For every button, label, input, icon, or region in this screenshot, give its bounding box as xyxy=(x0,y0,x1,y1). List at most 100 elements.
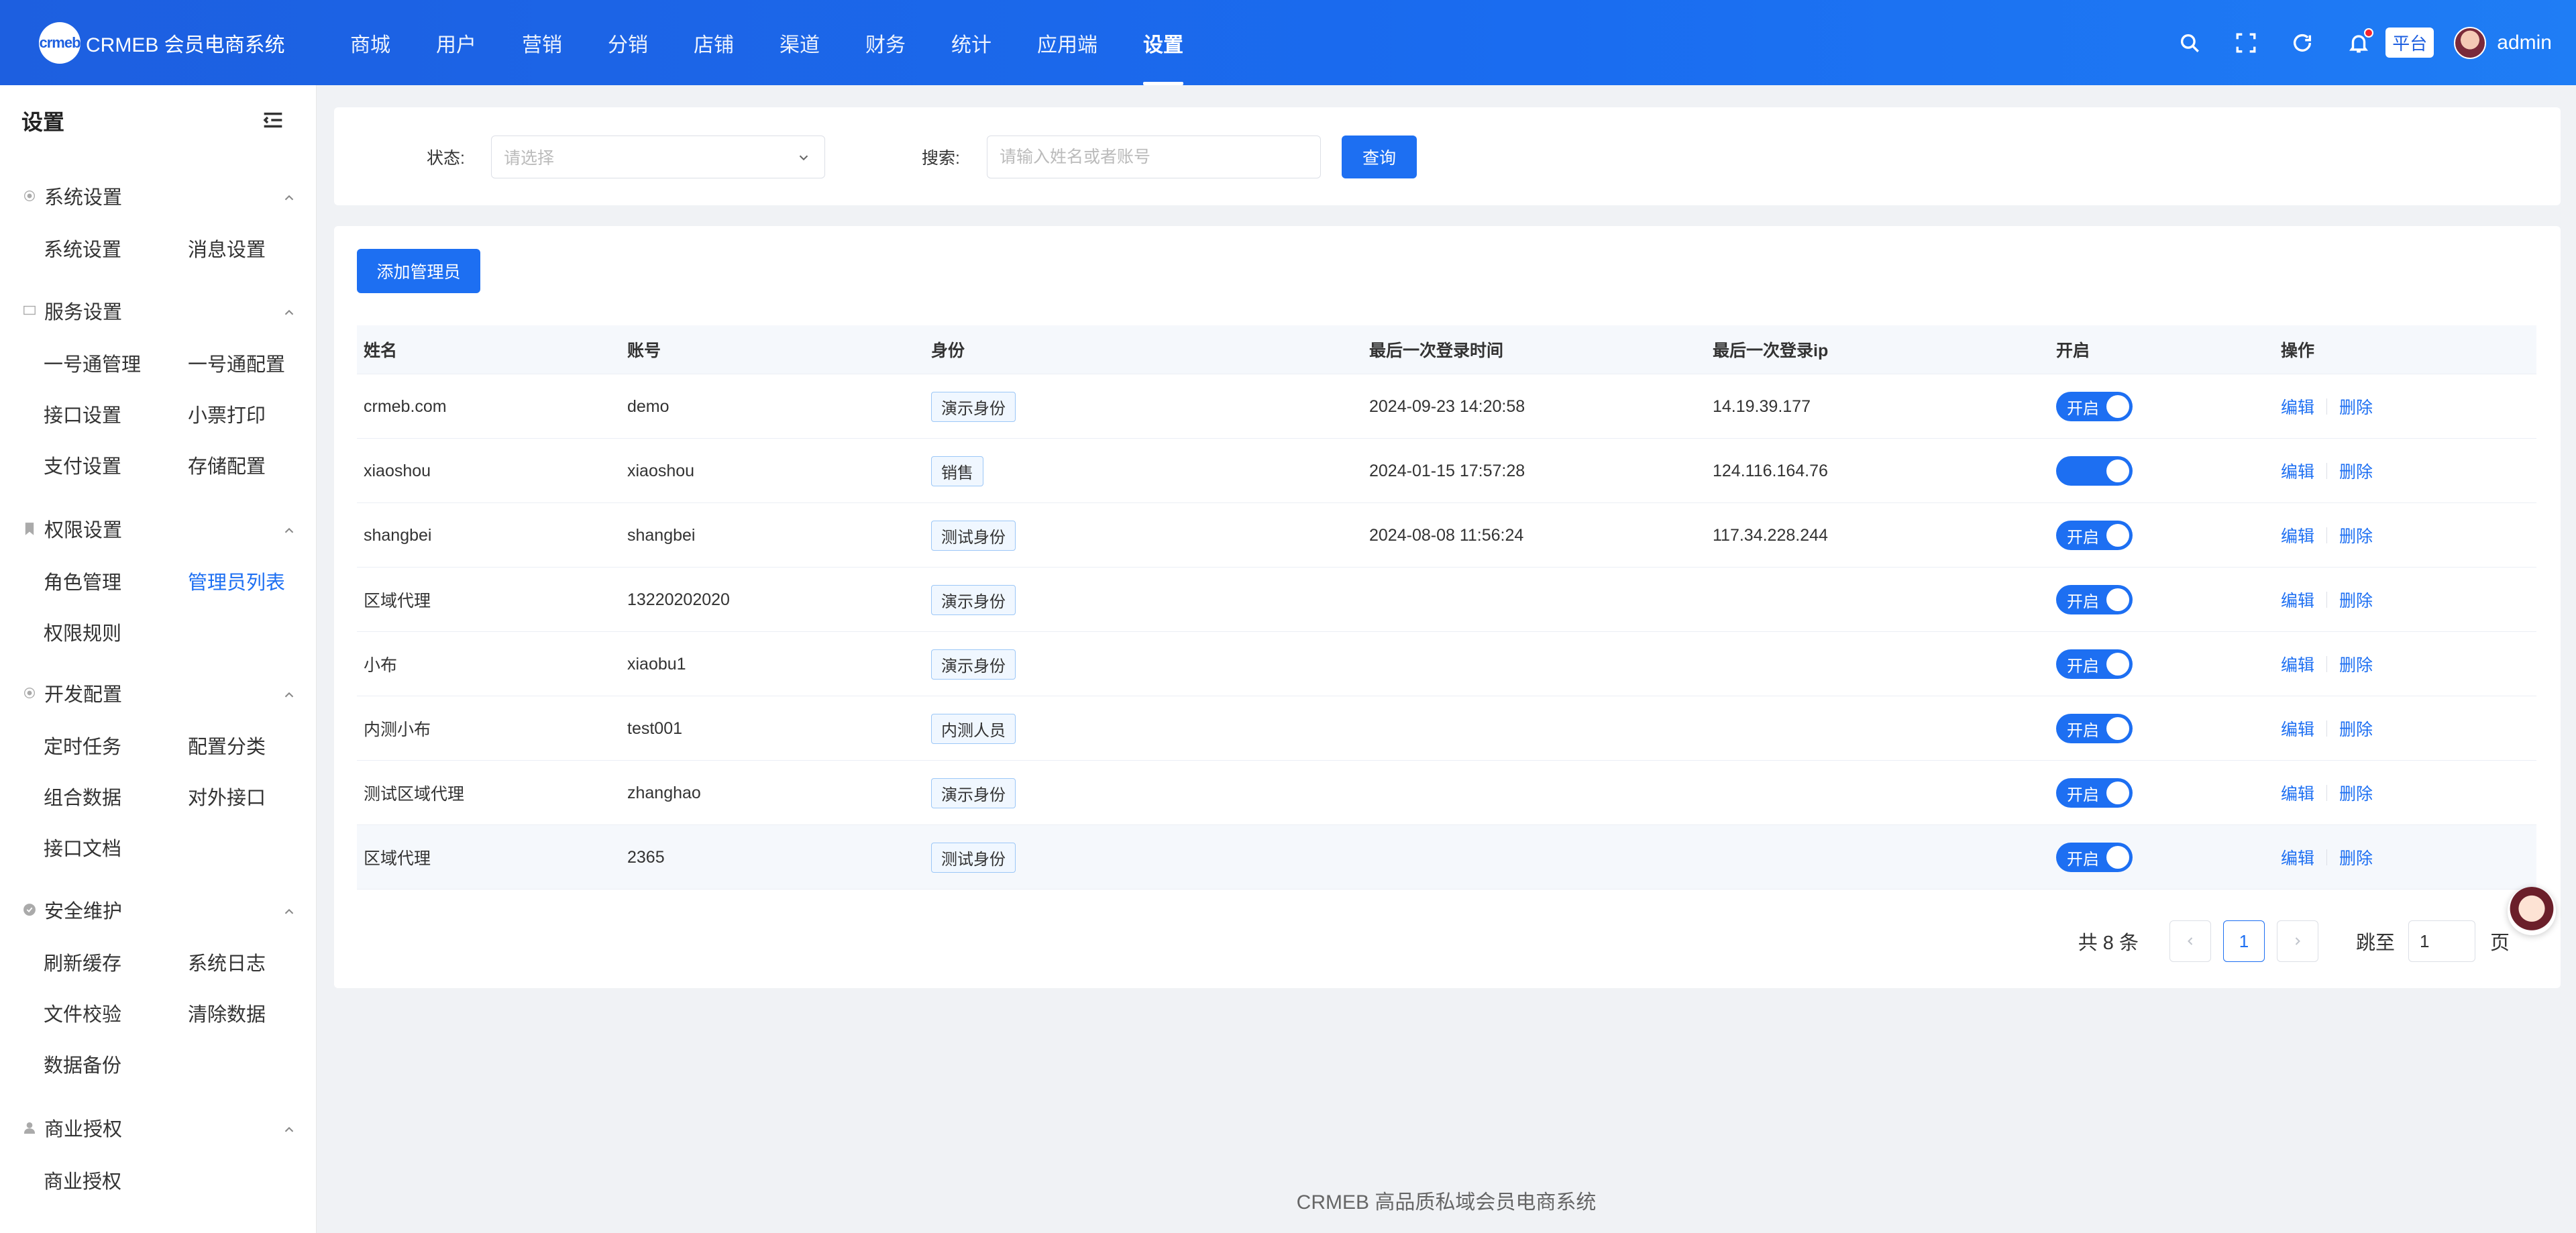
sidebar-item[interactable]: 一号通管理 xyxy=(44,349,141,377)
column-header: 最后一次登录时间 xyxy=(1369,341,1504,360)
add-admin-button[interactable]: 添加管理员 xyxy=(357,249,480,293)
sidebar-item[interactable]: 组合数据 xyxy=(44,782,121,810)
topnav-item[interactable]: 应用端 xyxy=(1014,0,1120,85)
delete-link[interactable]: 删除 xyxy=(2339,845,2373,869)
bell-icon[interactable] xyxy=(2347,28,2374,55)
status-toggle[interactable]: 开启 xyxy=(2056,392,2133,421)
table-card: 添加管理员 姓名 账号 身份 最后一次登录时间 最后一次登录ip 开启 操作 crmeb.c… xyxy=(334,226,2561,988)
status-toggle[interactable]: 开启 xyxy=(2056,521,2133,550)
edit-link[interactable]: 编辑 xyxy=(2281,523,2314,547)
status-toggle[interactable] xyxy=(2056,456,2133,486)
delete-link[interactable]: 删除 xyxy=(2339,652,2373,676)
sidebar-item[interactable]: 配置分类 xyxy=(188,731,266,759)
divider xyxy=(2326,849,2328,865)
cell-name: 内测小布 xyxy=(364,720,431,739)
edit-link[interactable]: 编辑 xyxy=(2281,652,2314,676)
delete-link[interactable]: 删除 xyxy=(2339,781,2373,805)
topnav-item[interactable]: 用户 xyxy=(413,0,499,85)
status-toggle-label: 开启 xyxy=(2067,786,2099,804)
delete-link[interactable]: 删除 xyxy=(2339,394,2373,419)
cell-account: xiaobu1 xyxy=(627,654,686,674)
sidebar-item[interactable]: 管理员列表 xyxy=(188,567,285,595)
sidebar-item[interactable]: 支付设置 xyxy=(44,451,121,479)
status-toggle[interactable]: 开启 xyxy=(2056,843,2133,872)
cell-role: 销售 xyxy=(931,439,983,503)
sidebar-item[interactable]: 清除数据 xyxy=(188,999,266,1027)
sidebar-item[interactable]: 系统日志 xyxy=(188,948,266,976)
delete-link[interactable]: 删除 xyxy=(2339,459,2373,483)
edit-link[interactable]: 编辑 xyxy=(2281,459,2314,483)
search-input[interactable] xyxy=(987,136,1321,178)
sidebar-item[interactable]: 数据备份 xyxy=(44,1050,121,1078)
sidebar-group[interactable]: 商业授权 xyxy=(21,1114,297,1142)
cell-actions: 编辑 删除 xyxy=(2281,761,2373,825)
cell-name: crmeb.com xyxy=(364,396,447,416)
status-select-placeholder: 请选择 xyxy=(504,149,555,168)
sidebar-item[interactable]: 商业授权 xyxy=(44,1166,121,1194)
topnav-item[interactable]: 店铺 xyxy=(671,0,757,85)
delete-link[interactable]: 删除 xyxy=(2339,523,2373,547)
status-toggle[interactable]: 开启 xyxy=(2056,714,2133,743)
topnav-item[interactable]: 设置 xyxy=(1120,0,1206,85)
page-number-button[interactable]: 1 xyxy=(2222,920,2265,962)
fullscreen-icon[interactable] xyxy=(2234,31,2258,55)
cell-role: 演示身份 xyxy=(931,761,1016,825)
edit-link[interactable]: 编辑 xyxy=(2281,845,2314,869)
sidebar-item[interactable]: 存储配置 xyxy=(188,451,266,479)
sidebar-item[interactable]: 权限规则 xyxy=(44,618,121,646)
avatar[interactable] xyxy=(2454,26,2487,59)
topnav-item[interactable]: 营销 xyxy=(499,0,585,85)
delete-link[interactable]: 删除 xyxy=(2339,716,2373,741)
sidebar-item[interactable]: 刷新缓存 xyxy=(44,948,121,976)
cell-last-time: 2024-09-23 14:20:58 xyxy=(1369,396,1525,416)
query-button[interactable]: 查询 xyxy=(1342,136,1417,178)
cell-name: xiaoshou xyxy=(364,461,431,480)
chevron-up-icon xyxy=(282,686,297,700)
sidebar-item[interactable]: 角色管理 xyxy=(44,567,121,595)
topnav-item[interactable]: 商城 xyxy=(327,0,413,85)
toggle-knob xyxy=(2106,524,2129,547)
delete-link[interactable]: 删除 xyxy=(2339,588,2373,612)
cell-status: 开启 xyxy=(2056,568,2133,632)
status-toggle[interactable]: 开启 xyxy=(2056,585,2133,614)
sidebar-item[interactable]: 消息设置 xyxy=(188,234,266,262)
topnav-item[interactable]: 渠道 xyxy=(757,0,843,85)
topnav-item[interactable]: 分销 xyxy=(585,0,671,85)
user-icon xyxy=(21,1120,38,1136)
edit-link[interactable]: 编辑 xyxy=(2281,716,2314,741)
prev-page-button[interactable] xyxy=(2169,920,2211,962)
sidebar-item[interactable]: 文件校验 xyxy=(44,999,121,1027)
username[interactable]: admin xyxy=(2497,32,2552,54)
role-tag: 测试身份 xyxy=(931,520,1016,551)
toggle-knob xyxy=(2106,717,2129,740)
refresh-icon[interactable] xyxy=(2290,31,2314,55)
status-toggle-label: 开启 xyxy=(2067,850,2099,869)
sidebar-group[interactable]: 安全维护 xyxy=(21,896,297,924)
sidebar-item[interactable]: 接口设置 xyxy=(44,400,121,428)
sidebar-item[interactable]: 一号通配置 xyxy=(188,349,285,377)
sidebar-group[interactable]: 系统设置 xyxy=(21,182,297,210)
status-toggle[interactable]: 开启 xyxy=(2056,778,2133,808)
sidebar-item[interactable]: 接口文档 xyxy=(44,833,121,861)
topnav-item[interactable]: 财务 xyxy=(843,0,928,85)
collapse-menu-icon[interactable] xyxy=(262,111,284,129)
edit-link[interactable]: 编辑 xyxy=(2281,588,2314,612)
next-page-button[interactable] xyxy=(2276,920,2318,962)
topnav-item[interactable]: 统计 xyxy=(928,0,1014,85)
floating-assistant-avatar[interactable] xyxy=(2508,887,2556,935)
status-toggle[interactable]: 开启 xyxy=(2056,649,2133,679)
edit-link[interactable]: 编辑 xyxy=(2281,781,2314,805)
sidebar-group[interactable]: 服务设置 xyxy=(21,297,297,325)
sidebar-group[interactable]: 权限设置 xyxy=(21,515,297,543)
sidebar-item[interactable]: 对外接口 xyxy=(188,782,266,810)
status-select[interactable]: 请选择 xyxy=(491,136,825,178)
sidebar-item[interactable]: 小票打印 xyxy=(188,400,266,428)
edit-link[interactable]: 编辑 xyxy=(2281,394,2314,419)
sidebar-item[interactable]: 定时任务 xyxy=(44,731,121,759)
jump-page-input[interactable] xyxy=(2408,920,2475,962)
sidebar-group[interactable]: 开发配置 xyxy=(21,679,297,707)
admin-table: 姓名 账号 身份 最后一次登录时间 最后一次登录ip 开启 操作 crmeb.com demo… xyxy=(357,325,2536,890)
sidebar-item[interactable]: 系统设置 xyxy=(44,234,121,262)
brand-logo[interactable]: crmeb CRMEB 会员电商系统 xyxy=(39,21,321,64)
search-icon[interactable] xyxy=(2178,31,2202,55)
